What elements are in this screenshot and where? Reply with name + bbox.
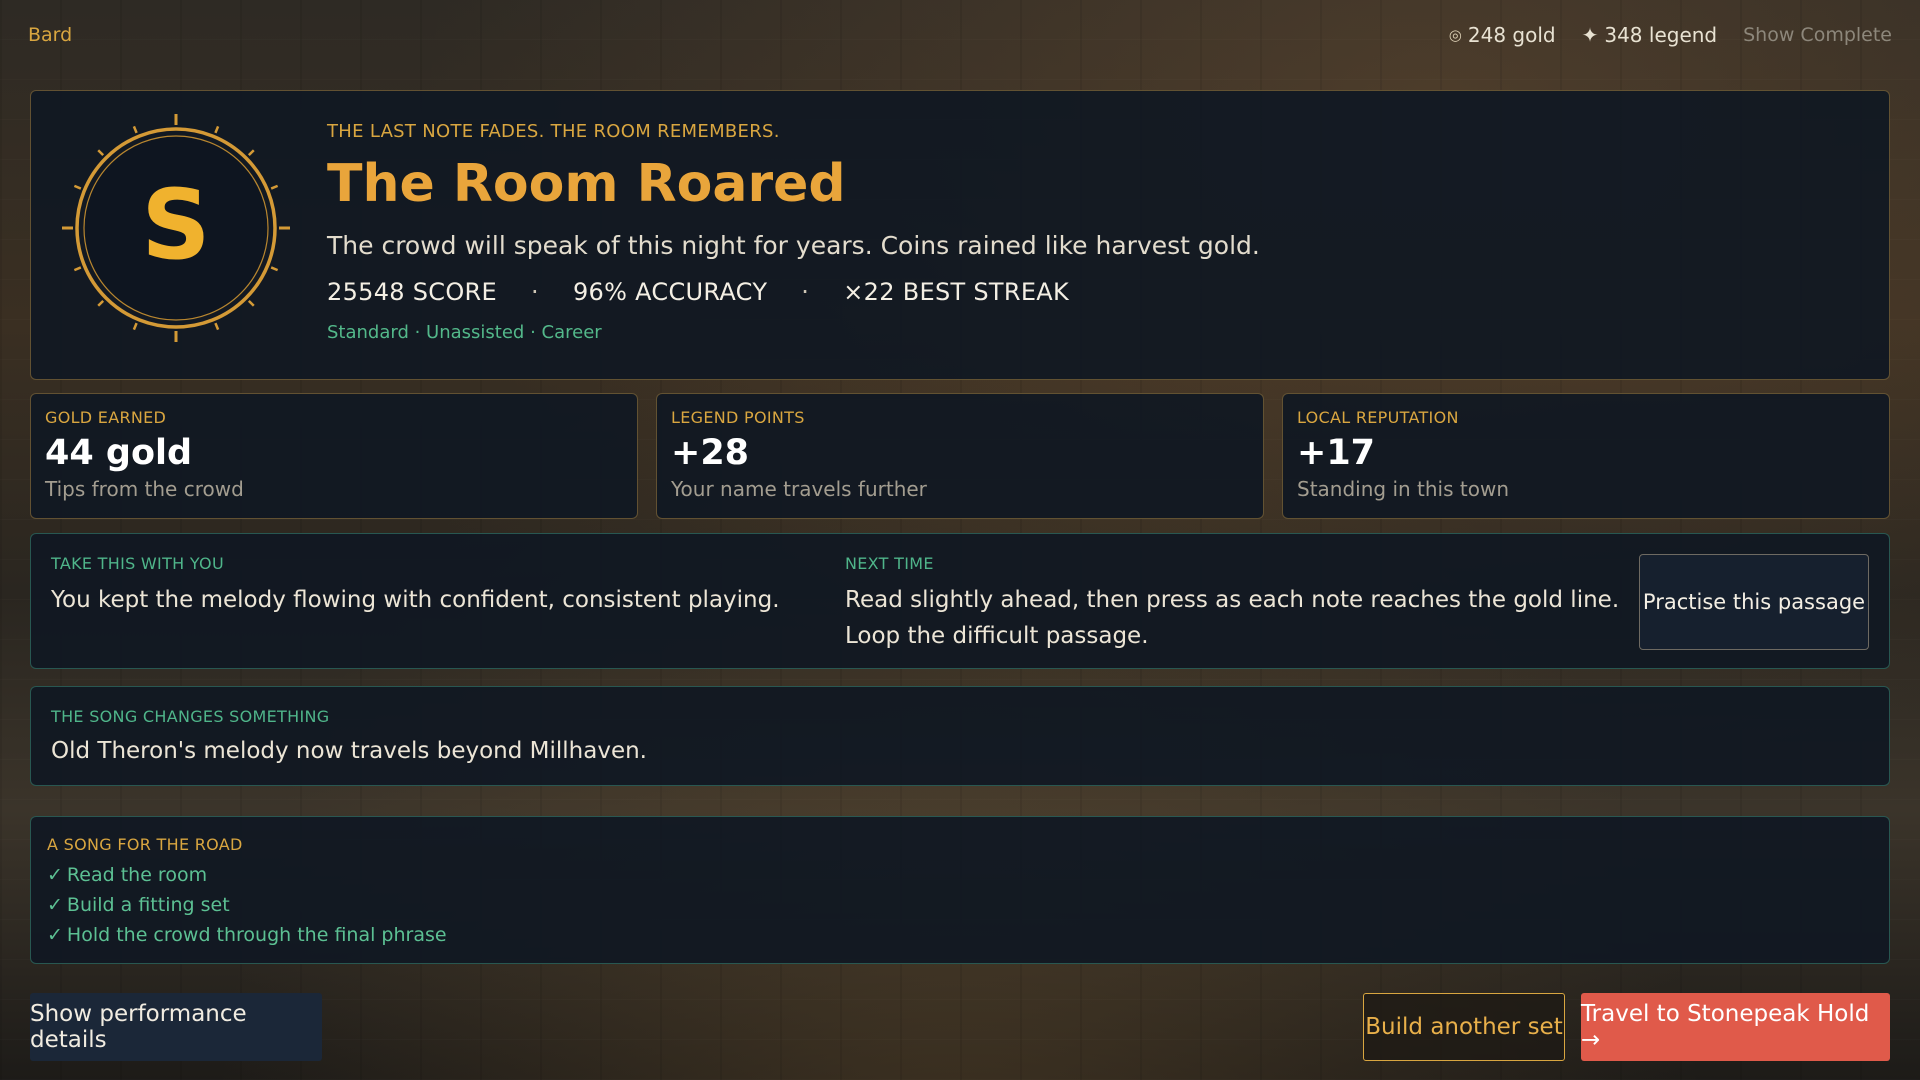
objective-item: ✓ Build a fitting set bbox=[47, 890, 1873, 920]
practise-passage-button[interactable]: Practise this passage bbox=[1639, 554, 1869, 650]
star-icon: ✦ bbox=[1581, 23, 1599, 47]
legend-points-card: LEGEND POINTS +28 Your name travels furt… bbox=[656, 393, 1264, 519]
card-value: +17 bbox=[1297, 433, 1376, 473]
checkmark-icon: ✓ bbox=[47, 894, 63, 916]
resource-bar: ◎ 248 gold ✦ 348 legend Show Complete bbox=[1449, 23, 1892, 47]
seal-ray bbox=[73, 266, 82, 272]
show-complete-button[interactable]: Show Complete bbox=[1743, 24, 1892, 46]
take-text: You kept the melody flowing with confide… bbox=[51, 587, 780, 613]
legend-amount: 348 legend bbox=[1604, 23, 1718, 47]
card-subtitle: Standing in this town bbox=[1297, 477, 1510, 501]
brand-label: Bard bbox=[28, 24, 73, 46]
mode-tags: Standard · Unassisted · Career bbox=[327, 322, 602, 344]
take-with-you-section: TAKE THIS WITH YOU You kept the melody f… bbox=[51, 554, 811, 619]
objective-item: ✓ Read the room bbox=[47, 860, 1873, 890]
top-bar: Bard ◎ 248 gold ✦ 348 legend Show Comple… bbox=[0, 0, 1920, 70]
seal-ray bbox=[132, 322, 138, 331]
seal-ray bbox=[132, 125, 138, 134]
seal-ray bbox=[214, 322, 220, 331]
coin-icon: ◎ bbox=[1448, 26, 1462, 44]
changes-text: Old Theron's melody now travels beyond M… bbox=[51, 738, 647, 764]
checkmark-icon: ✓ bbox=[47, 864, 63, 886]
hero-description: The crowd will speak of this night for y… bbox=[327, 231, 1260, 261]
gold-amount: 248 gold bbox=[1467, 23, 1556, 47]
card-value: 44 gold bbox=[45, 433, 193, 473]
seal-ray bbox=[247, 149, 255, 157]
next-label: NEXT TIME bbox=[845, 554, 934, 573]
hero-kicker: THE LAST NOTE FADES. THE ROOM REMEMBERS. bbox=[327, 121, 780, 142]
grade-seal: S bbox=[62, 114, 290, 342]
seal-ray bbox=[97, 299, 105, 307]
checkmark-icon: ✓ bbox=[47, 924, 63, 946]
card-label: LOCAL REPUTATION bbox=[1297, 408, 1459, 427]
card-label: LEGEND POINTS bbox=[671, 408, 805, 427]
card-label: GOLD EARNED bbox=[45, 408, 167, 427]
result-hero-panel: S THE LAST NOTE FADES. THE ROOM REMEMBER… bbox=[30, 90, 1890, 380]
advice-panel: TAKE THIS WITH YOU You kept the melody f… bbox=[30, 533, 1890, 669]
local-reputation-card: LOCAL REPUTATION +17 Standing in this to… bbox=[1282, 393, 1890, 519]
seal-ray bbox=[214, 125, 220, 134]
hero-title: The Room Roared bbox=[327, 154, 846, 214]
card-subtitle: Tips from the crowd bbox=[45, 477, 244, 501]
seal-ray bbox=[270, 184, 279, 190]
objective-item: ✓ Hold the crowd through the final phras… bbox=[47, 920, 1873, 950]
grade-letter: S bbox=[141, 169, 210, 281]
card-value: +28 bbox=[671, 433, 750, 473]
seal-ray bbox=[247, 299, 255, 307]
next-text-line-1: Read slightly ahead, then press as each … bbox=[845, 587, 1620, 613]
streak-stat: ×22 BEST STREAK bbox=[843, 278, 1070, 307]
stat-separator: · bbox=[531, 278, 539, 307]
next-text: Read slightly ahead, then press as each … bbox=[845, 583, 1635, 654]
seal-ray bbox=[73, 184, 82, 190]
take-label: TAKE THIS WITH YOU bbox=[51, 554, 224, 573]
show-performance-details-button[interactable]: Show performance details bbox=[30, 993, 322, 1061]
legend-counter: ✦ 348 legend bbox=[1582, 23, 1718, 47]
objective-label: Read the room bbox=[66, 864, 208, 886]
next-text-line-2: Loop the difficult passage. bbox=[845, 622, 1149, 649]
objective-label: Hold the crowd through the final phrase bbox=[66, 924, 447, 946]
gold-earned-card: GOLD EARNED 44 gold Tips from the crowd bbox=[30, 393, 638, 519]
song-for-road-panel: A SONG FOR THE ROAD ✓ Read the room ✓ Bu… bbox=[30, 816, 1890, 964]
card-subtitle: Your name travels further bbox=[671, 477, 927, 501]
build-another-set-button[interactable]: Build another set bbox=[1363, 993, 1565, 1061]
score-stat: 25548 SCORE bbox=[327, 278, 497, 307]
hero-text: THE LAST NOTE FADES. THE ROOM REMEMBERS.… bbox=[327, 121, 1827, 343]
seal-ray bbox=[97, 149, 105, 157]
next-time-section: NEXT TIME Read slightly ahead, then pres… bbox=[845, 554, 1635, 654]
seal-ray bbox=[270, 266, 279, 272]
objective-label: Build a fitting set bbox=[66, 894, 230, 916]
stat-separator: · bbox=[801, 278, 810, 307]
accuracy-stat: 96% ACCURACY bbox=[572, 278, 768, 307]
objective-list: ✓ Read the room ✓ Build a fitting set ✓ … bbox=[47, 860, 1873, 950]
travel-button[interactable]: Travel to Stonepeak Hold → bbox=[1581, 993, 1890, 1061]
song-changes-panel: THE SONG CHANGES SOMETHING Old Theron's … bbox=[30, 686, 1890, 786]
gold-counter: ◎ 248 gold bbox=[1449, 23, 1556, 47]
performance-stats: 25548 SCORE · 96% ACCURACY · ×22 BEST ST… bbox=[327, 278, 1827, 306]
changes-label: THE SONG CHANGES SOMETHING bbox=[51, 707, 330, 726]
road-label: A SONG FOR THE ROAD bbox=[47, 835, 243, 854]
